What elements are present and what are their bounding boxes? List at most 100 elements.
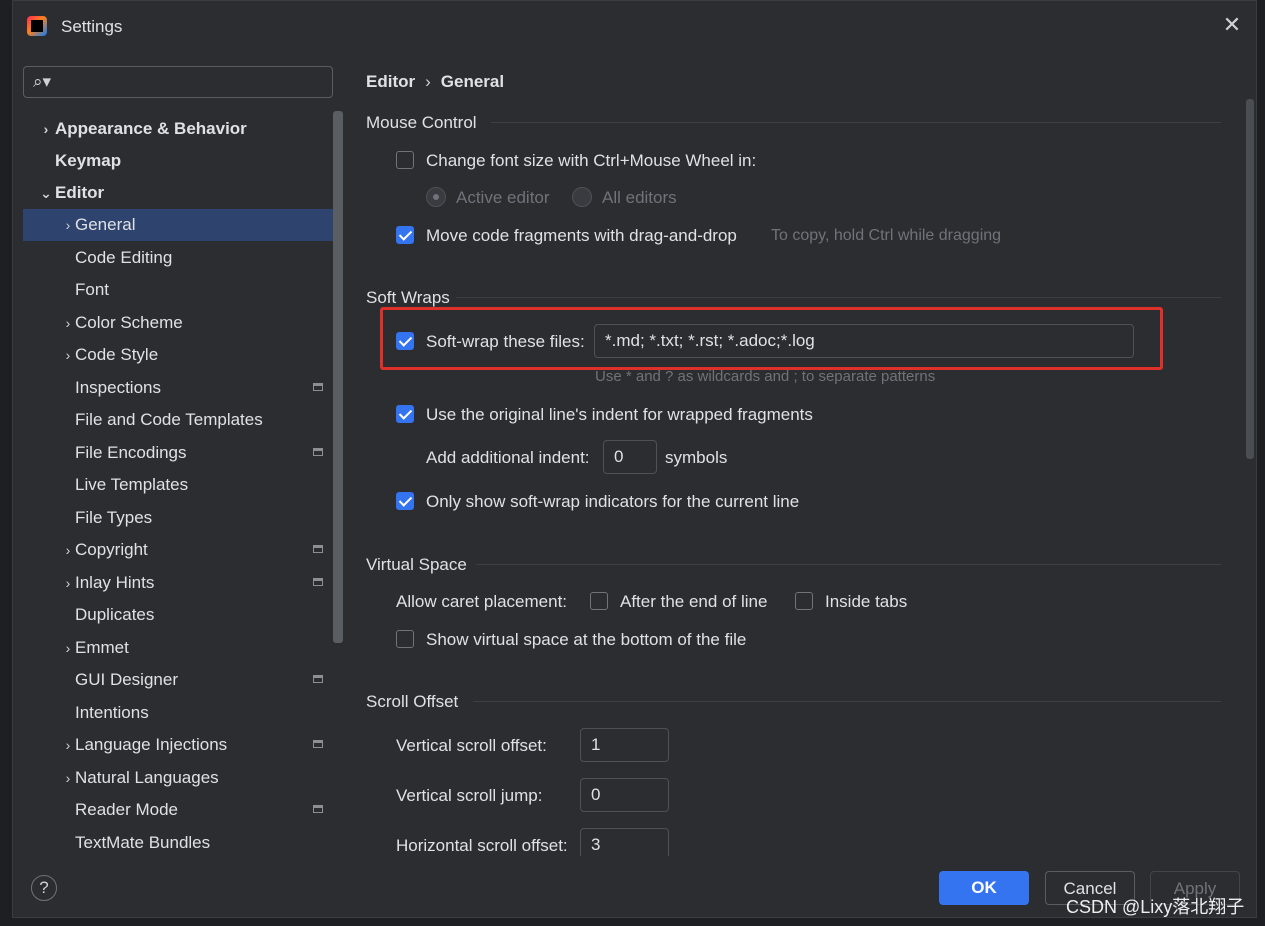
sidebar-item-font[interactable]: Font xyxy=(23,274,343,306)
move-code-fragments-checkbox[interactable] xyxy=(396,226,414,244)
title-bar: Settings ✕ xyxy=(13,1,1256,53)
chevron-right-icon[interactable]: › xyxy=(61,339,75,371)
sidebar-item-label: Editor xyxy=(55,183,105,202)
sidebar-item-label: Emmet xyxy=(75,638,129,657)
original-indent-label: Use the original line's indent for wrapp… xyxy=(426,405,813,424)
sidebar-item-general[interactable]: › General xyxy=(23,209,343,241)
close-icon[interactable]: ✕ xyxy=(1220,13,1244,37)
divider xyxy=(476,564,1221,565)
sidebar-item-live-templates[interactable]: Live Templates xyxy=(23,469,343,501)
settings-dialog: Settings ✕ ⌕▾ › Appearance & Behavior Ke… xyxy=(12,0,1257,918)
sidebar-item-natural-languages[interactable]: › Natural Languages xyxy=(23,762,343,794)
window-title: Settings xyxy=(61,17,123,36)
chevron-right-icon[interactable]: › xyxy=(61,567,75,599)
chevron-right-icon[interactable]: › xyxy=(61,762,75,794)
vertical-scroll-offset-label: Vertical scroll offset: xyxy=(396,736,547,755)
active-editor-radio[interactable] xyxy=(426,187,446,207)
sidebar-item-keymap[interactable]: Keymap xyxy=(23,145,343,177)
additional-indent-input[interactable]: 0 xyxy=(603,440,657,474)
sidebar-item-intentions[interactable]: Intentions xyxy=(23,697,343,729)
vertical-scroll-offset-input[interactable]: 1 xyxy=(580,728,669,762)
sidebar-item-language-injections[interactable]: › Language Injections xyxy=(23,729,343,761)
after-end-of-line-label: After the end of line xyxy=(620,592,768,611)
sidebar-item-reader-mode[interactable]: Reader Mode xyxy=(23,794,343,826)
breadcrumb-parent[interactable]: Editor xyxy=(366,72,415,92)
chevron-right-icon[interactable]: › xyxy=(39,113,53,145)
sidebar-item-inspections[interactable]: Inspections xyxy=(23,372,343,404)
sidebar-item-copyright[interactable]: › Copyright xyxy=(23,534,343,566)
ok-button[interactable]: OK xyxy=(939,871,1029,905)
csdn-watermark: CSDN @Lixy落北翔子 xyxy=(1066,897,1245,917)
sidebar-item-file-code-templates[interactable]: File and Code Templates xyxy=(23,404,343,436)
sidebar-item-code-style[interactable]: › Code Style xyxy=(23,339,343,371)
sidebar-item-inlay-hints[interactable]: › Inlay Hints xyxy=(23,567,343,599)
sidebar-item-label: Inspections xyxy=(75,378,161,397)
move-code-hint: To copy, hold Ctrl while dragging xyxy=(771,227,1002,244)
sidebar-item-label: File and Code Templates xyxy=(75,410,263,429)
search-icon: ⌕▾ xyxy=(33,72,52,91)
soft-wrap-files-input[interactable]: *.md; *.txt; *.rst; *.adoc;*.log xyxy=(594,324,1134,358)
chevron-right-icon[interactable]: › xyxy=(61,534,75,566)
all-editors-radio[interactable] xyxy=(572,187,592,207)
chevron-right-icon[interactable]: › xyxy=(61,307,75,339)
only-current-line-checkbox[interactable] xyxy=(396,492,414,510)
sidebar-item-label: Language Injections xyxy=(75,735,228,754)
additional-indent-unit: symbols xyxy=(665,448,728,467)
sidebar-item-color-scheme[interactable]: › Color Scheme xyxy=(23,307,343,339)
section-title-mouse-control: Mouse Control xyxy=(366,113,477,132)
sidebar-item-file-encodings[interactable]: File Encodings xyxy=(23,437,343,469)
intellij-logo-icon xyxy=(27,16,47,36)
sidebar-item-emmet[interactable]: › Emmet xyxy=(23,632,343,664)
chevron-right-icon[interactable]: › xyxy=(61,729,75,761)
after-end-of-line-checkbox[interactable] xyxy=(590,592,608,610)
sidebar-item-label: Duplicates xyxy=(75,605,155,624)
sidebar-item-file-types[interactable]: File Types xyxy=(23,502,343,534)
divider xyxy=(491,122,1221,123)
sidebar-item-gui-designer[interactable]: GUI Designer xyxy=(23,664,343,696)
all-editors-label: All editors xyxy=(602,188,677,207)
project-scope-icon xyxy=(313,545,323,553)
only-current-line-label: Only show soft-wrap indicators for the c… xyxy=(426,492,800,511)
chevron-down-icon[interactable]: ⌄ xyxy=(39,177,53,209)
sidebar-scrollbar[interactable] xyxy=(333,111,343,643)
original-indent-checkbox[interactable] xyxy=(396,405,414,423)
vertical-scroll-jump-label: Vertical scroll jump: xyxy=(396,786,543,805)
sidebar-item-label: Reader Mode xyxy=(75,800,179,819)
pattern-hint: Use * and ? as wildcards and ; to separa… xyxy=(595,368,936,385)
sidebar-item-duplicates[interactable]: Duplicates xyxy=(23,599,343,631)
chevron-right-icon[interactable]: › xyxy=(61,209,75,241)
breadcrumb: Editor › General xyxy=(366,72,504,92)
breadcrumb-separator-icon: › xyxy=(425,72,431,91)
sidebar-item-label: Font xyxy=(75,280,110,299)
project-scope-icon xyxy=(313,448,323,456)
project-scope-icon xyxy=(313,578,323,586)
show-virtual-space-checkbox[interactable] xyxy=(396,630,414,648)
settings-tree: › Appearance & Behavior Keymap ⌄ Editor … xyxy=(23,113,343,857)
soft-wrap-files-checkbox[interactable] xyxy=(396,332,414,350)
sidebar-item-appearance-behavior[interactable]: › Appearance & Behavior xyxy=(23,113,343,145)
sidebar-item-label: Live Templates xyxy=(75,475,189,494)
divider xyxy=(473,701,1221,702)
vertical-scroll-jump-input[interactable]: 0 xyxy=(580,778,669,812)
change-font-size-label: Change font size with Ctrl+Mouse Wheel i… xyxy=(426,151,757,170)
sidebar-item-label: Code Editing xyxy=(75,248,173,267)
inside-tabs-label: Inside tabs xyxy=(825,592,908,611)
horizontal-scroll-offset-label: Horizontal scroll offset: xyxy=(396,836,568,855)
project-scope-icon xyxy=(313,383,323,391)
content-scrollbar[interactable] xyxy=(1246,99,1254,459)
inside-tabs-checkbox[interactable] xyxy=(795,592,813,610)
search-input[interactable]: ⌕▾ xyxy=(23,66,333,98)
change-font-size-checkbox[interactable] xyxy=(396,151,414,169)
settings-content: Mouse Control Change font size with Ctrl… xyxy=(353,106,1233,856)
sidebar-item-label: Code Style xyxy=(75,345,159,364)
sidebar-item-label: Natural Languages xyxy=(75,768,219,787)
help-button[interactable]: ? xyxy=(31,875,57,901)
sidebar-item-textmate-bundles[interactable]: TextMate Bundles xyxy=(23,827,343,857)
horizontal-scroll-offset-input[interactable]: 3 xyxy=(580,828,669,856)
sidebar-item-editor[interactable]: ⌄ Editor xyxy=(23,177,343,209)
section-title-soft-wraps: Soft Wraps xyxy=(366,288,450,307)
sidebar-item-label: Keymap xyxy=(55,151,122,170)
chevron-right-icon[interactable]: › xyxy=(61,632,75,664)
project-scope-icon xyxy=(313,805,323,813)
sidebar-item-code-editing[interactable]: Code Editing xyxy=(23,242,343,274)
